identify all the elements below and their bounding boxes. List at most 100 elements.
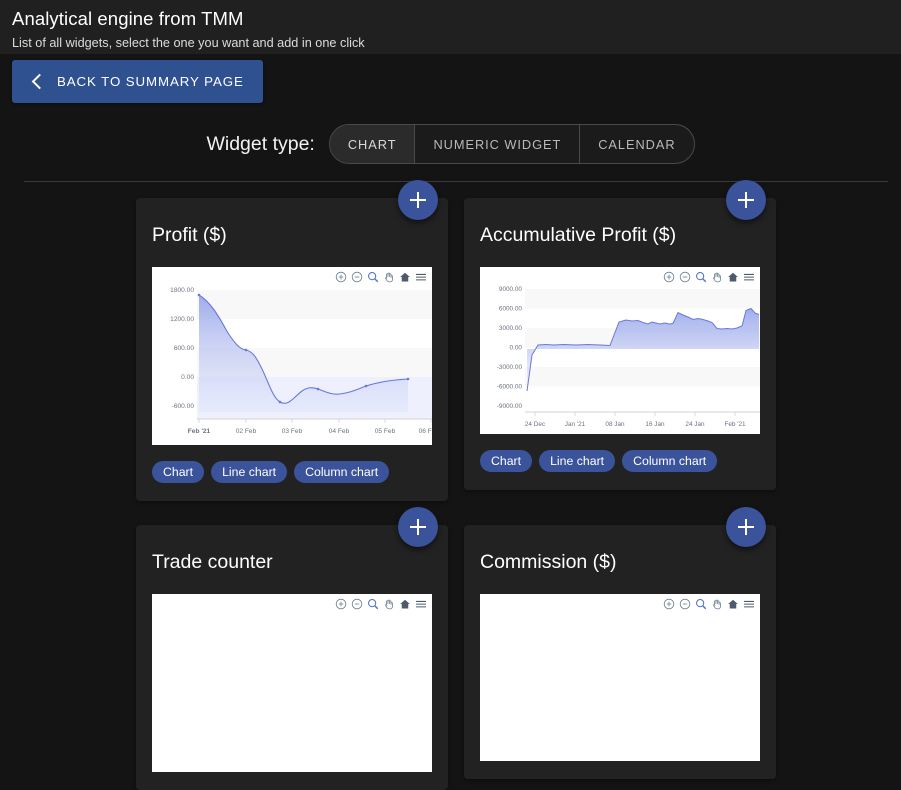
svg-text:05 Feb: 05 Feb (375, 428, 396, 435)
menu-icon[interactable] (743, 598, 755, 610)
svg-text:02 Feb: 02 Feb (236, 428, 257, 435)
zoom-out-icon[interactable] (351, 271, 363, 283)
widget-tag-row: Chart Line chart Column chart (152, 461, 432, 483)
widget-card-profit[interactable]: Profit ($) 1800.00 1200.00 600.00 0.00 -… (136, 198, 448, 501)
reset-zoom-icon[interactable] (399, 598, 411, 610)
widget-type-toggle-group: CHART NUMERIC WIDGET CALENDAR (328, 124, 695, 164)
tab-chart[interactable]: CHART (329, 125, 416, 163)
tab-calendar[interactable]: CALENDAR (580, 125, 693, 163)
selection-zoom-icon[interactable] (695, 271, 707, 283)
svg-text:08 Jan: 08 Jan (605, 421, 625, 428)
svg-text:1800.00: 1800.00 (170, 287, 194, 294)
reset-zoom-icon[interactable] (727, 598, 739, 610)
zoom-in-icon[interactable] (335, 598, 347, 610)
widget-card-wrapper: Commission ($) (464, 507, 776, 790)
tag-chip[interactable]: Column chart (622, 450, 718, 472)
svg-text:04 Feb: 04 Feb (329, 428, 350, 435)
svg-text:06 Fe: 06 Fe (419, 428, 432, 435)
chart-preview-commission[interactable] (480, 594, 760, 761)
chart-toolbar (335, 271, 427, 283)
page-title: Analytical engine from TMM (12, 8, 244, 29)
plus-icon (410, 519, 426, 535)
svg-text:03 Feb: 03 Feb (282, 428, 303, 435)
zoom-in-icon[interactable] (663, 271, 675, 283)
widget-type-label: Widget type: (206, 132, 315, 155)
tag-chip[interactable]: Chart (152, 461, 205, 483)
tag-chip[interactable]: Column chart (294, 461, 390, 483)
chart-toolbar (335, 598, 427, 610)
tab-numeric-widget[interactable]: NUMERIC WIDGET (415, 125, 581, 163)
svg-text:16 Jan: 16 Jan (645, 421, 665, 428)
svg-text:Jan '21: Jan '21 (565, 421, 586, 428)
add-widget-button[interactable] (726, 180, 766, 220)
panning-icon[interactable] (711, 271, 723, 283)
chart-toolbar (663, 598, 755, 610)
svg-text:Feb '21: Feb '21 (188, 428, 211, 435)
add-widget-button[interactable] (726, 507, 766, 547)
svg-text:1200.00: 1200.00 (170, 316, 194, 323)
svg-text:24 Dec: 24 Dec (525, 421, 546, 428)
svg-text:-9000.00: -9000.00 (497, 403, 523, 410)
widget-card-wrapper: Trade counter (136, 507, 448, 790)
svg-text:Feb '21: Feb '21 (724, 421, 746, 428)
back-button-label: BACK TO SUMMARY PAGE (57, 74, 244, 89)
selection-zoom-icon[interactable] (367, 271, 379, 283)
plus-icon (738, 519, 754, 535)
selection-zoom-icon[interactable] (695, 598, 707, 610)
section-divider (24, 181, 888, 182)
widget-card-title: Trade counter (152, 551, 273, 573)
widget-card-trade-counter[interactable]: Trade counter (136, 525, 448, 790)
tag-chip[interactable]: Chart (480, 450, 533, 472)
add-widget-button[interactable] (398, 507, 438, 547)
chart-svg-commission (480, 594, 760, 761)
selection-zoom-icon[interactable] (367, 598, 379, 610)
svg-text:0.00: 0.00 (181, 374, 194, 381)
svg-text:600.00: 600.00 (174, 345, 195, 352)
menu-icon[interactable] (415, 598, 427, 610)
svg-text:-600.00: -600.00 (172, 403, 195, 410)
panning-icon[interactable] (711, 598, 723, 610)
chart-svg-accumulative-profit: 9000.00 6000.00 3000.00 0.00 -3000.00 -6… (497, 286, 760, 428)
svg-text:-3000.00: -3000.00 (497, 364, 523, 371)
tag-chip[interactable]: Line chart (211, 461, 288, 483)
plus-icon (410, 192, 426, 208)
back-to-summary-button[interactable]: BACK TO SUMMARY PAGE (12, 60, 263, 103)
widget-card-title: Commission ($) (480, 551, 617, 573)
widget-card-accumulative-profit[interactable]: Accumulative Profit ($) 9000.00 6000.00 … (464, 198, 776, 490)
zoom-out-icon[interactable] (679, 271, 691, 283)
panning-icon[interactable] (383, 271, 395, 283)
zoom-in-icon[interactable] (335, 271, 347, 283)
app-header: Analytical engine from TMM List of all w… (0, 0, 901, 54)
reset-zoom-icon[interactable] (399, 271, 411, 283)
zoom-out-icon[interactable] (351, 598, 363, 610)
add-widget-button[interactable] (398, 180, 438, 220)
chevron-left-icon (28, 73, 46, 91)
svg-text:0.00: 0.00 (510, 345, 523, 352)
svg-text:3000.00: 3000.00 (499, 325, 523, 332)
menu-icon[interactable] (743, 271, 755, 283)
svg-text:24 Jan: 24 Jan (685, 421, 705, 428)
chart-preview-accumulative-profit[interactable]: 9000.00 6000.00 3000.00 0.00 -3000.00 -6… (480, 267, 760, 434)
page-subtitle: List of all widgets, select the one you … (12, 36, 365, 50)
widget-card-grid: Profit ($) 1800.00 1200.00 600.00 0.00 -… (0, 180, 901, 790)
chart-preview-profit[interactable]: 1800.00 1200.00 600.00 0.00 -600.00 Feb … (152, 267, 432, 445)
reset-zoom-icon[interactable] (727, 271, 739, 283)
menu-icon[interactable] (415, 271, 427, 283)
panning-icon[interactable] (383, 598, 395, 610)
svg-text:9000.00: 9000.00 (499, 286, 523, 293)
chart-svg-trade-counter (152, 594, 432, 772)
widget-card-commission[interactable]: Commission ($) (464, 525, 776, 779)
chart-svg-profit: 1800.00 1200.00 600.00 0.00 -600.00 Feb … (170, 287, 432, 435)
plus-icon (738, 192, 754, 208)
chart-preview-trade-counter[interactable] (152, 594, 432, 772)
widget-card-wrapper: Accumulative Profit ($) 9000.00 6000.00 … (464, 180, 776, 501)
tag-chip[interactable]: Line chart (539, 450, 616, 472)
widget-card-title: Profit ($) (152, 224, 227, 246)
widget-card-wrapper: Profit ($) 1800.00 1200.00 600.00 0.00 -… (136, 180, 448, 501)
chart-toolbar (663, 271, 755, 283)
svg-text:-6000.00: -6000.00 (497, 384, 523, 391)
zoom-in-icon[interactable] (663, 598, 675, 610)
svg-text:6000.00: 6000.00 (499, 306, 523, 313)
widget-card-title: Accumulative Profit ($) (480, 224, 677, 246)
zoom-out-icon[interactable] (679, 598, 691, 610)
